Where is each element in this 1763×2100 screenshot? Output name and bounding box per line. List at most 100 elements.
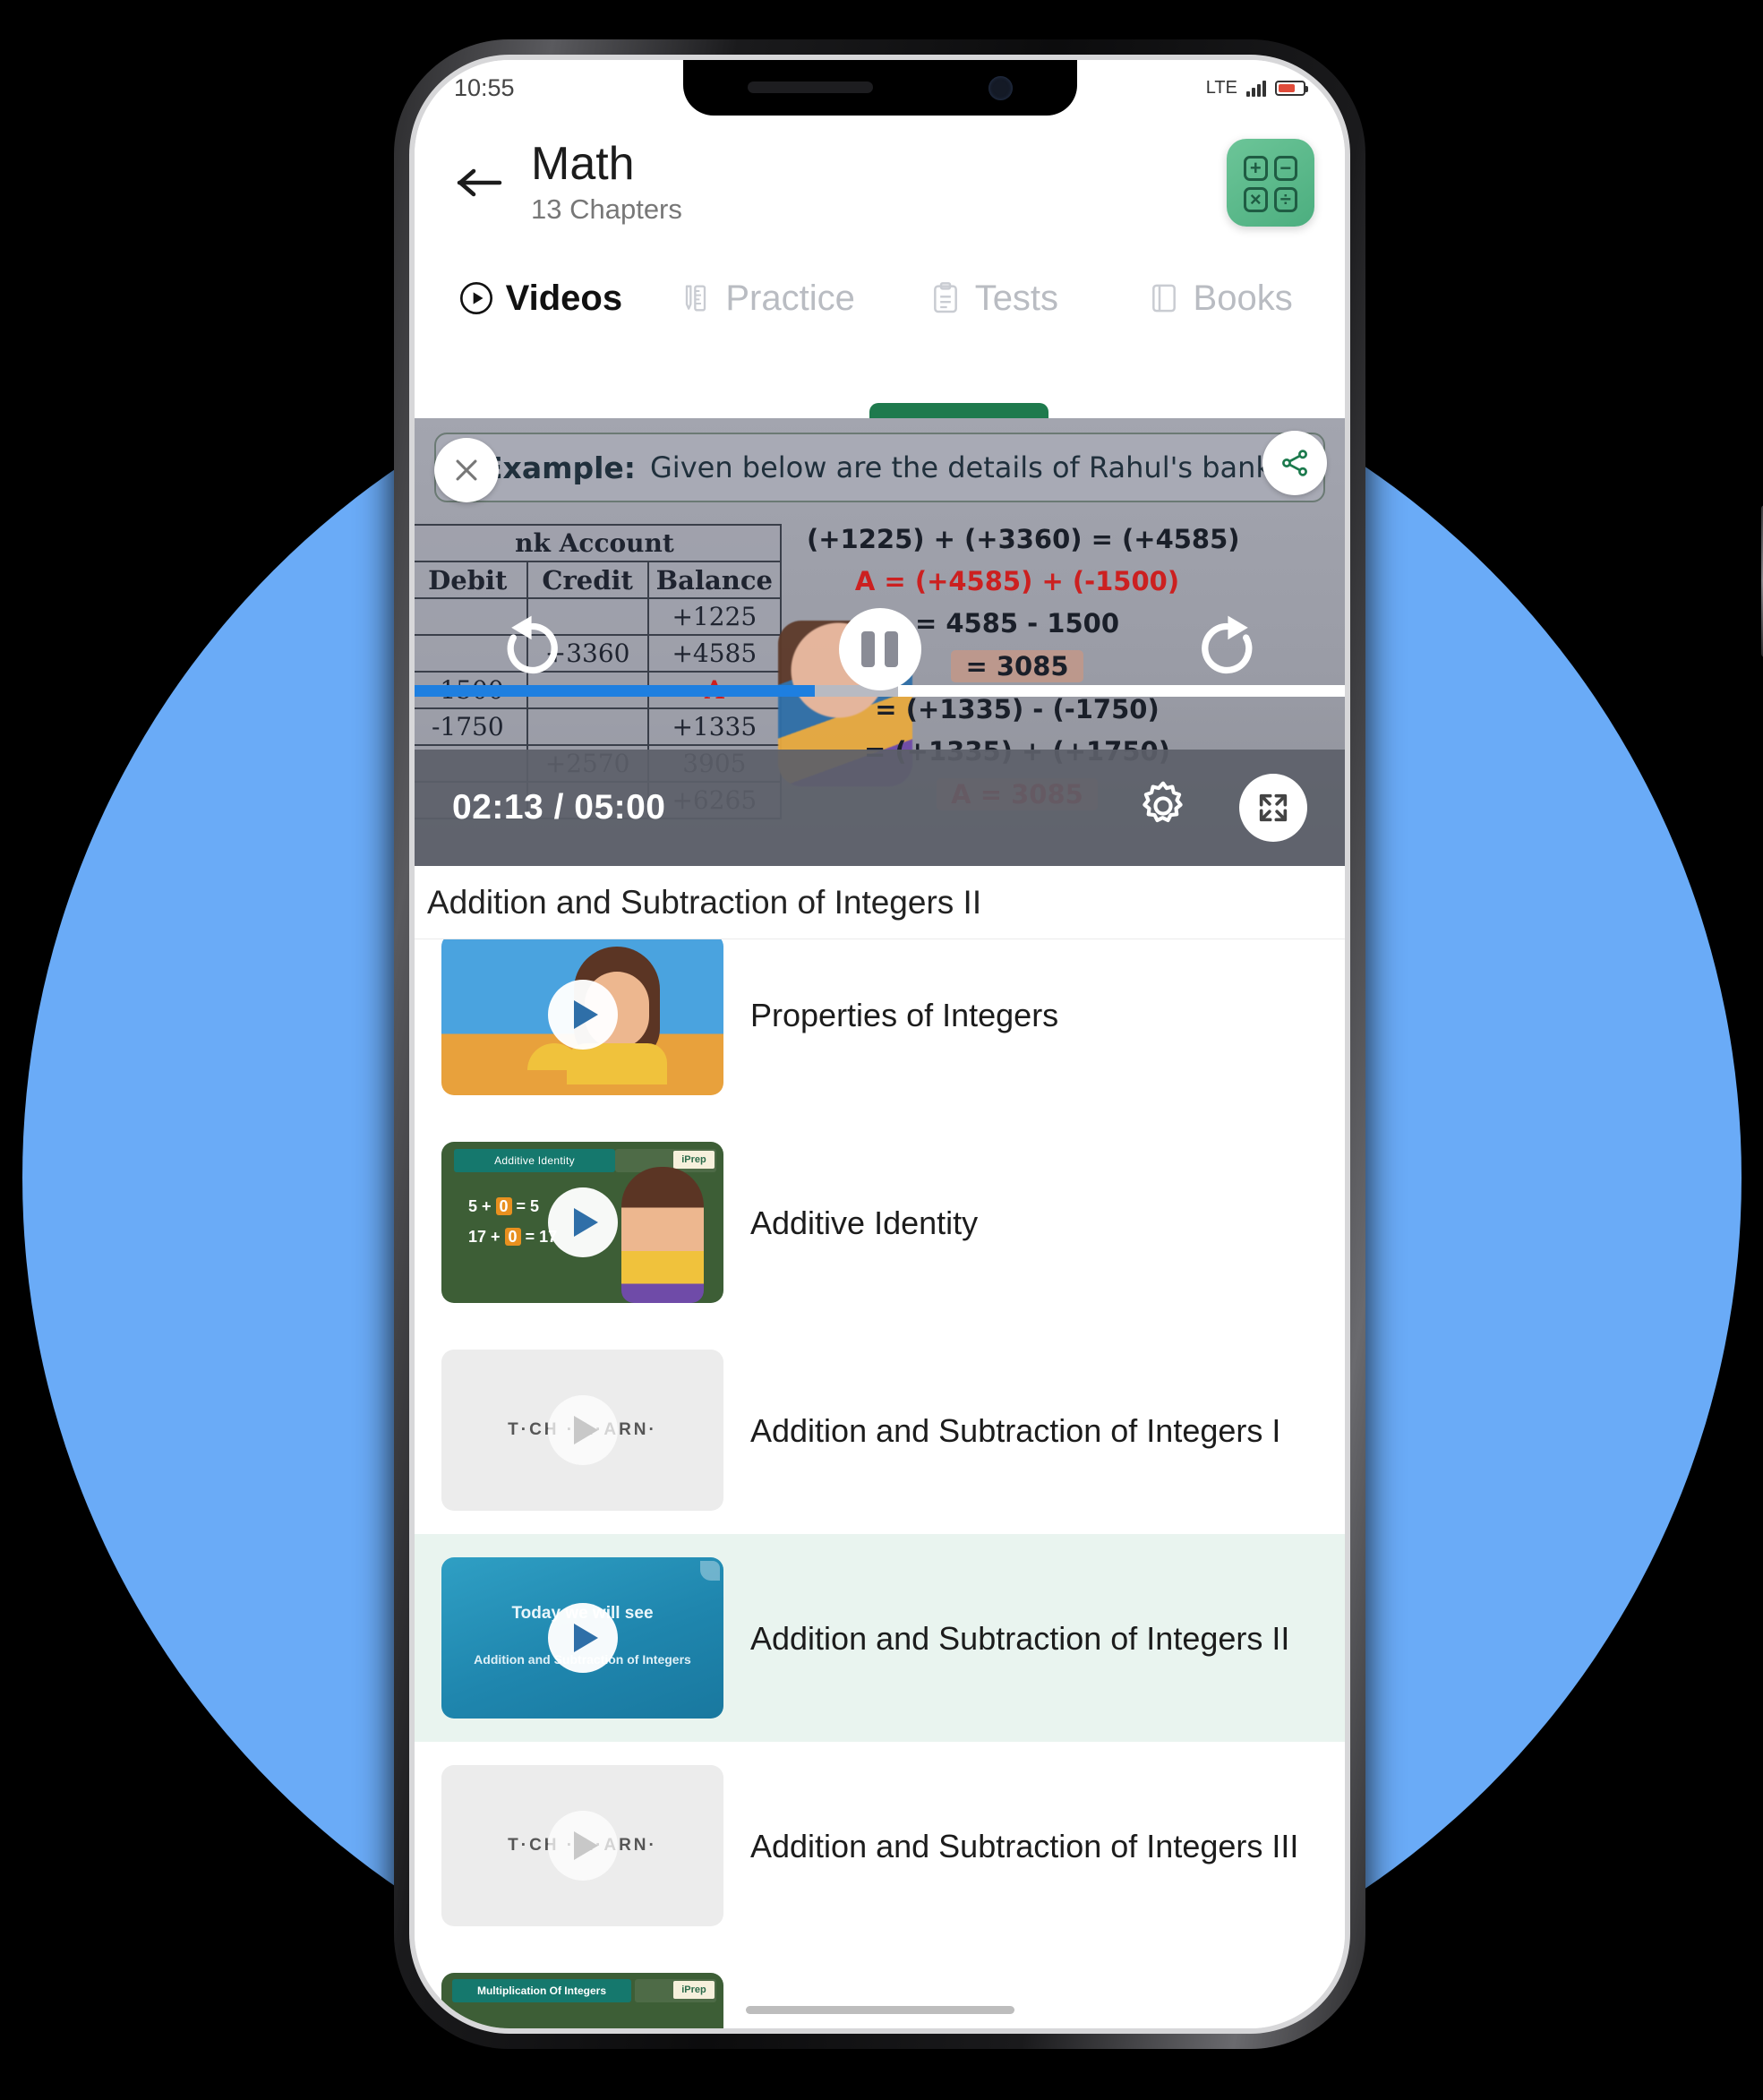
slide-example-banner: Example: Given below are the details of … bbox=[434, 433, 1325, 502]
fullscreen-icon bbox=[1259, 793, 1288, 822]
time-display: 02:13 / 05:00 bbox=[452, 788, 666, 827]
pencil-ruler-icon bbox=[686, 285, 706, 312]
cell-balance: +1335 bbox=[646, 707, 783, 746]
calc-key-minus: − bbox=[1273, 156, 1297, 181]
thumb-equation-1: 5 + 0 = 5 bbox=[468, 1197, 540, 1215]
phone-screen: 10:55 LTE Math 13 Chapters + − × ÷ Video… bbox=[415, 60, 1345, 2028]
phone-bezel: 10:55 LTE Math 13 Chapters + − × ÷ Video… bbox=[409, 55, 1350, 2034]
video-title: Addition and Subtraction of Integers III bbox=[750, 1827, 1299, 1864]
play-button-overlay[interactable] bbox=[547, 980, 618, 1050]
tab-books[interactable]: Books bbox=[1106, 250, 1332, 347]
thumb-caption: Multiplication Of Integers bbox=[452, 1979, 631, 2002]
front-camera bbox=[988, 76, 1013, 100]
iprep-logo: iPrep bbox=[673, 1151, 715, 1169]
cell-debit: -1750 bbox=[415, 707, 528, 746]
chapter-count: 13 Chapters bbox=[531, 193, 682, 226]
list-item[interactable]: Multiplication Of Integers iPrep Multipl… bbox=[415, 1950, 1345, 2028]
close-icon bbox=[456, 459, 477, 481]
pause-button[interactable] bbox=[838, 608, 921, 690]
calc-key-times: × bbox=[1244, 187, 1268, 212]
bank-table-title: nk Account bbox=[415, 524, 782, 562]
play-button-overlay[interactable] bbox=[547, 1187, 618, 1257]
tab-videos[interactable]: Videos bbox=[427, 250, 654, 347]
tab-books-label: Books bbox=[1193, 278, 1293, 318]
video-thumbnail[interactable]: Today we will see Addition and Subtracti… bbox=[441, 1557, 723, 1719]
thumb-art-character bbox=[621, 1167, 704, 1303]
video-thumbnail[interactable]: Additive Identity iPrep 5 + 0 = 5 17 + 0… bbox=[441, 1142, 723, 1303]
list-item[interactable]: Properties of Integers bbox=[415, 939, 1345, 1119]
home-indicator bbox=[745, 2006, 1014, 2014]
play-triangle-icon bbox=[573, 1416, 598, 1444]
share-video-button[interactable] bbox=[1262, 431, 1327, 495]
bank-table-header-row: Debit Credit Balance bbox=[415, 561, 783, 599]
calc-key-plus: + bbox=[1244, 156, 1268, 181]
bank-col-debit: Debit bbox=[415, 561, 528, 599]
battery-icon bbox=[1275, 80, 1308, 96]
play-triangle-icon bbox=[573, 1208, 598, 1237]
earpiece-speaker bbox=[747, 81, 873, 93]
slide-example-label: Example: bbox=[483, 450, 636, 485]
video-thumbnail[interactable]: T·CH · L·ARN· bbox=[441, 1350, 723, 1511]
cell-credit bbox=[526, 707, 649, 746]
play-button-overlay[interactable] bbox=[547, 1603, 618, 1673]
book-icon bbox=[1151, 284, 1176, 313]
thumb-corner-fold bbox=[700, 1561, 720, 1581]
pause-icon bbox=[861, 631, 898, 667]
close-video-button[interactable] bbox=[434, 438, 499, 502]
equation-line: = (+1335) - (-1750) bbox=[875, 694, 1160, 724]
table-row: +1225 bbox=[415, 597, 783, 636]
rewind-button[interactable] bbox=[495, 611, 570, 686]
list-item[interactable]: Additive Identity iPrep 5 + 0 = 5 17 + 0… bbox=[415, 1119, 1345, 1326]
tab-tests-label: Tests bbox=[974, 278, 1059, 318]
calc-key-divide: ÷ bbox=[1273, 187, 1297, 212]
app-header: Math 13 Chapters + − × ÷ bbox=[415, 116, 1345, 250]
arrow-left-icon bbox=[457, 168, 502, 197]
play-button-overlay[interactable] bbox=[547, 1811, 618, 1881]
cell-balance: +4585 bbox=[646, 634, 783, 673]
slide-example-text: Given below are the details of Rahul's b… bbox=[650, 450, 1323, 484]
calculator-button[interactable]: + − × ÷ bbox=[1227, 139, 1314, 227]
phone-frame: 10:55 LTE Math 13 Chapters + − × ÷ Video… bbox=[394, 39, 1763, 2049]
page-title: Math bbox=[531, 137, 635, 190]
thumb-equation-2: 17 + 0 = 17 bbox=[468, 1228, 558, 1246]
table-row: -1750 +1335 bbox=[415, 707, 783, 746]
share-icon bbox=[1282, 450, 1307, 476]
settings-button[interactable] bbox=[1135, 778, 1191, 838]
tab-tests[interactable]: Tests bbox=[880, 250, 1107, 347]
forward-10-icon bbox=[1202, 615, 1253, 674]
progress-played bbox=[415, 685, 815, 697]
player-right-controls bbox=[1135, 774, 1307, 842]
fullscreen-button[interactable] bbox=[1239, 774, 1307, 842]
video-title: Addition and Subtraction of Integers II bbox=[750, 1619, 1290, 1657]
thumb-caption: Additive Identity bbox=[454, 1149, 615, 1172]
rewind-10-icon bbox=[507, 615, 558, 674]
list-item[interactable]: T·CH · L·ARN· Addition and Subtraction o… bbox=[415, 1326, 1345, 1534]
equation-line: (+1225) + (+3360) = (+4585) bbox=[807, 524, 1240, 554]
video-title: Properties of Integers bbox=[750, 996, 1059, 1033]
forward-button[interactable] bbox=[1189, 611, 1264, 686]
tab-practice[interactable]: Practice bbox=[654, 250, 880, 347]
video-thumbnail[interactable] bbox=[441, 939, 723, 1095]
tab-practice-label: Practice bbox=[725, 278, 855, 318]
header-text-group: Math 13 Chapters bbox=[531, 140, 1227, 227]
gear-icon bbox=[1143, 781, 1183, 822]
video-list[interactable]: Properties of Integers Additive Identity… bbox=[415, 939, 1345, 2028]
video-player[interactable]: Example: Given below are the details of … bbox=[415, 418, 1345, 866]
bank-col-credit: Credit bbox=[526, 561, 649, 599]
play-triangle-icon bbox=[573, 1831, 598, 1860]
content-type-tabs: Videos Practice Tests Books bbox=[415, 250, 1345, 347]
status-bar-indicators: LTE bbox=[1205, 77, 1308, 99]
video-thumbnail[interactable]: Multiplication Of Integers iPrep bbox=[441, 1973, 723, 2028]
video-thumbnail[interactable]: T·CH · L·ARN· bbox=[441, 1765, 723, 1926]
video-title: Addition and Subtraction of Integers I bbox=[750, 1411, 1281, 1449]
iprep-logo: iPrep bbox=[673, 1981, 715, 1999]
network-type-label: LTE bbox=[1205, 77, 1237, 98]
video-title: Additive Identity bbox=[750, 1204, 979, 1241]
play-button-overlay[interactable] bbox=[547, 1395, 618, 1465]
list-item[interactable]: Today we will see Addition and Subtracti… bbox=[415, 1534, 1345, 1742]
list-item[interactable]: T·CH · L·ARN· Addition and Subtraction o… bbox=[415, 1742, 1345, 1950]
player-control-bar: 02:13 / 05:00 bbox=[415, 750, 1345, 866]
back-button[interactable] bbox=[445, 148, 515, 218]
play-circle-icon bbox=[459, 282, 492, 314]
cell-balance: +1225 bbox=[646, 597, 783, 636]
